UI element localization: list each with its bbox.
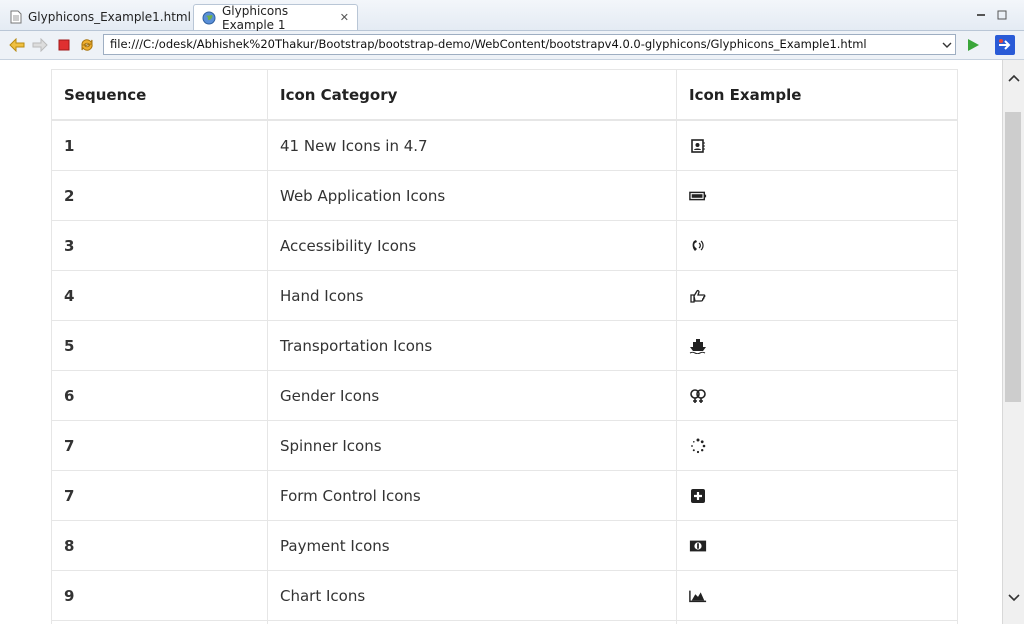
cell-category: Payment Icons xyxy=(268,521,677,570)
venus-double-icon xyxy=(689,387,707,405)
table-row: 4 Hand Icons xyxy=(52,271,957,321)
cell-sequence: 6 xyxy=(52,371,268,420)
table-row: 9 Chart Icons xyxy=(52,571,957,621)
ship-icon xyxy=(689,337,707,355)
header-sequence: Sequence xyxy=(52,70,268,119)
table-row: 7 Spinner Icons xyxy=(52,421,957,471)
area-chart-icon xyxy=(689,587,707,605)
cell-category: Transportation Icons xyxy=(268,321,677,370)
back-arrow-icon[interactable] xyxy=(8,36,26,54)
go-play-icon[interactable] xyxy=(964,36,982,54)
cell-sequence: 3 xyxy=(52,221,268,270)
volume-control-phone-icon xyxy=(689,237,707,255)
cell-category: 41 New Icons in 4.7 xyxy=(268,121,677,170)
document-icon xyxy=(10,10,22,24)
spinner-icon xyxy=(689,437,707,455)
cell-category: Chart Icons xyxy=(268,571,677,620)
table-row: 8 Payment Icons xyxy=(52,521,957,571)
cell-sequence: 7 xyxy=(52,421,268,470)
cell-category: Form Control Icons xyxy=(268,471,677,520)
plus-square-icon xyxy=(689,487,707,505)
cell-category: Gender Icons xyxy=(268,371,677,420)
scrollbar-thumb[interactable] xyxy=(1005,112,1021,402)
scroll-down-icon[interactable] xyxy=(1006,590,1022,606)
tab-bar: Glyphicons_Example1.html Glyphicons Exam… xyxy=(0,0,1024,32)
vertical-scrollbar[interactable] xyxy=(1002,60,1024,624)
icons-table: Sequence Icon Category Icon Example 1 41… xyxy=(51,69,958,624)
chevron-down-icon[interactable] xyxy=(942,39,952,52)
scroll-up-icon[interactable] xyxy=(1006,70,1022,86)
eclipse-perspective-icon[interactable] xyxy=(994,35,1016,55)
battery-icon xyxy=(689,187,707,205)
table-row: 1 41 New Icons in 4.7 xyxy=(52,121,957,171)
close-tab-icon[interactable]: ✕ xyxy=(340,11,349,24)
stop-icon[interactable] xyxy=(55,36,73,54)
cell-sequence: 7 xyxy=(52,471,268,520)
cell-sequence: 1 xyxy=(52,121,268,170)
cell-category: Web Application Icons xyxy=(268,171,677,220)
hand-pointing-right-icon xyxy=(689,287,707,305)
refresh-icon[interactable] xyxy=(78,36,96,54)
url-text: file:///C:/odesk/Abhishek%20Thakur/Boots… xyxy=(110,37,867,51)
cell-sequence: 4 xyxy=(52,271,268,320)
cell-category: Hand Icons xyxy=(268,271,677,320)
table-header-row: Sequence Icon Category Icon Example xyxy=(52,69,957,121)
table-row: 2 Web Application Icons xyxy=(52,171,957,221)
cell-sequence: 8 xyxy=(52,521,268,570)
table-row: 7 Form Control Icons xyxy=(52,471,957,521)
cell-category: Spinner Icons xyxy=(268,421,677,470)
tab-label: Glyphicons_Example1.html xyxy=(28,10,191,24)
tab-label: Glyphicons Example 1 xyxy=(222,3,289,32)
minimize-icon[interactable] xyxy=(974,8,988,22)
tab-glyphicons-example1-html[interactable]: Glyphicons_Example1.html xyxy=(2,4,191,30)
cell-sequence: 2 xyxy=(52,171,268,220)
header-icon-category: Icon Category xyxy=(268,70,677,119)
money-icon xyxy=(689,537,707,555)
page-viewport: Sequence Icon Category Icon Example 1 41… xyxy=(0,60,1002,624)
maximize-icon[interactable] xyxy=(995,8,1009,22)
cell-category: Accessibility Icons xyxy=(268,221,677,270)
address-card-icon xyxy=(689,137,707,155)
cell-sequence: 9 xyxy=(52,571,268,620)
header-icon-example: Icon Example xyxy=(689,85,802,104)
browser-toolbar: file:///C:/odesk/Abhishek%20Thakur/Boots… xyxy=(0,31,1024,60)
cell-sequence: 5 xyxy=(52,321,268,370)
forward-arrow-icon[interactable] xyxy=(31,36,49,54)
table-row: 5 Transportation Icons xyxy=(52,321,957,371)
table-row: 3 Accessibility Icons xyxy=(52,221,957,271)
address-bar[interactable]: file:///C:/odesk/Abhishek%20Thakur/Boots… xyxy=(103,34,956,55)
tab-glyphicons-example-1[interactable]: Glyphicons Example 1 ✕ xyxy=(193,3,358,32)
globe-icon xyxy=(202,11,216,25)
table-row: 6 Gender Icons xyxy=(52,371,957,421)
